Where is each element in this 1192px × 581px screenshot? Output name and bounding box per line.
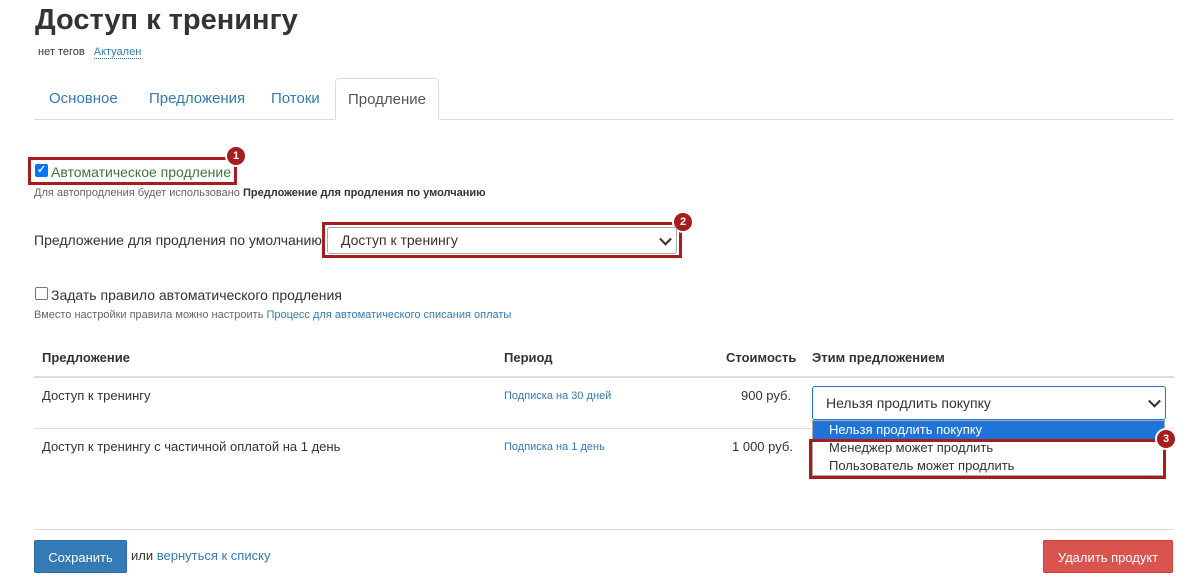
row1-period-link[interactable]: Подписка на 30 дней: [504, 390, 611, 402]
th-action: Этим предложением: [812, 350, 945, 365]
auto-renewal-help: Для автопродления будет использовано Пре…: [34, 187, 486, 199]
back-to-list-link[interactable]: вернуться к списку: [157, 548, 271, 563]
chevron-down-icon: [1148, 394, 1161, 408]
tabs-divider: [34, 119, 1174, 120]
dropdown-option-cannot-renew[interactable]: Нельзя продлить покупку: [813, 421, 1164, 439]
auto-renewal-help-text: Для автопродления будет использовано: [34, 187, 240, 199]
tab-renewal[interactable]: Продление: [335, 78, 439, 120]
rule-checkbox[interactable]: [35, 287, 48, 300]
th-period: Период: [504, 350, 553, 365]
rule-help-text: Вместо настройки правила можно настроить: [34, 309, 264, 321]
auto-renewal-checkbox[interactable]: ✓: [35, 164, 48, 177]
tags-label: нет тегов: [38, 46, 85, 58]
or-label: или: [131, 548, 154, 563]
rule-label[interactable]: Задать правило автоматического продления: [51, 287, 342, 303]
page-title: Доступ к тренингу: [35, 4, 298, 36]
row1-action-value: Нельзя продлить покупку: [826, 395, 991, 411]
default-offer-select[interactable]: Доступ к тренингу: [327, 227, 677, 254]
save-button[interactable]: Сохранить: [34, 540, 127, 573]
chevron-down-icon: [659, 232, 672, 246]
tags-row: нет тегов Актуален: [38, 46, 142, 59]
tab-offers[interactable]: Предложения: [135, 78, 259, 119]
row2-price: 1 000 руб.: [732, 439, 793, 454]
status-link[interactable]: Актуален: [93, 46, 142, 59]
row1-offer: Доступ к тренингу: [42, 388, 151, 403]
row1-action-select[interactable]: Нельзя продлить покупку: [812, 386, 1166, 420]
th-offer: Предложение: [42, 350, 130, 365]
default-offer-label: Предложение для продления по умолчанию:: [34, 232, 326, 248]
footer-divider: [34, 529, 1174, 530]
row2-period-link[interactable]: Подписка на 1 день: [504, 441, 605, 453]
delete-product-button[interactable]: Удалить продукт: [1043, 540, 1173, 573]
highlight-box-3: [809, 439, 1166, 479]
default-offer-value: Доступ к тренингу: [341, 232, 458, 248]
annotation-badge-3: 3: [1155, 428, 1177, 450]
th-price: Стоимость: [726, 350, 797, 365]
tab-streams[interactable]: Потоки: [257, 78, 334, 119]
row2-offer: Доступ к тренингу с частичной оплатой на…: [42, 439, 341, 454]
rule-help: Вместо настройки правила можно настроить…: [34, 309, 511, 321]
process-link[interactable]: Процесс для автоматического списания опл…: [266, 309, 511, 321]
auto-renewal-label[interactable]: Автоматическое продление: [51, 164, 231, 180]
tab-main[interactable]: Основное: [35, 78, 132, 119]
auto-renewal-help-bold: Предложение для продления по умолчанию: [243, 187, 486, 199]
row1-price: 900 руб.: [741, 388, 792, 403]
table-header-divider: [34, 376, 1174, 378]
footer-or-text: или вернуться к списку: [131, 548, 270, 563]
